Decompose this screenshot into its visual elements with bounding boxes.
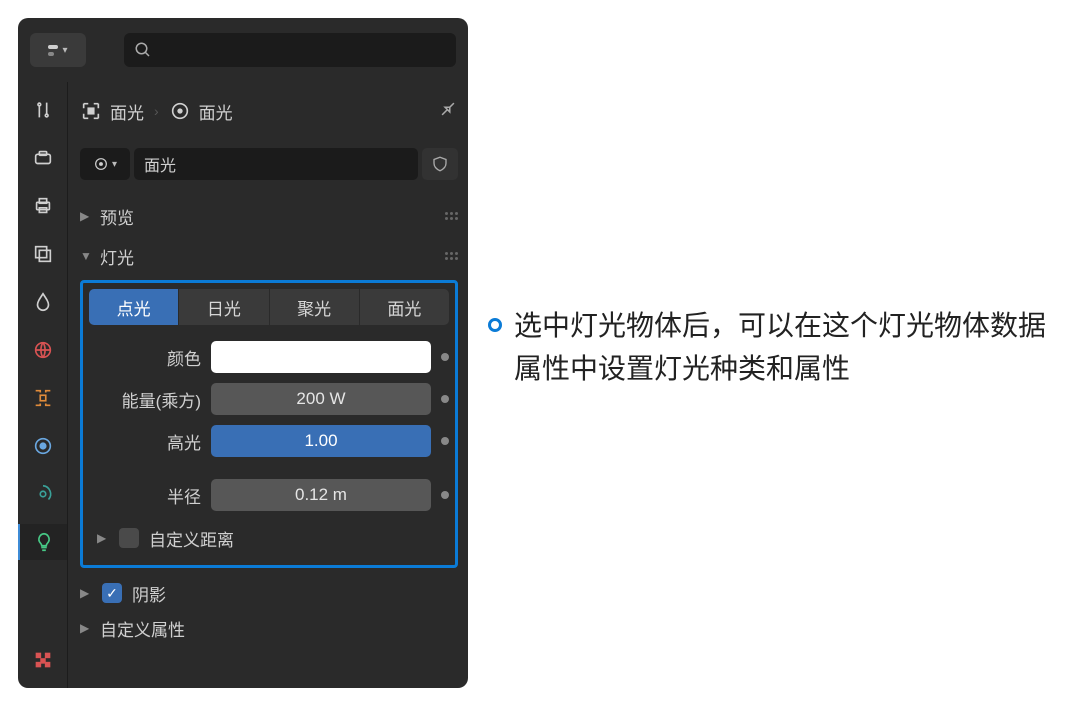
section-preview-label: 预览 [100,204,134,229]
section-light[interactable]: ▼ 灯光 [80,236,458,276]
light-data-icon [93,156,109,172]
prop-radius-row: 半径 0.12 m [89,477,449,513]
datablock-selector[interactable]: ▾ [80,148,130,180]
properties-editor: ▾ [18,18,468,688]
light-settings-highlight: 点光 日光 聚光 面光 颜色 能量(乘方) 200 W 高光 1 [80,280,458,568]
datablock-name-value: 面光 [144,152,176,176]
layers-icon [32,243,54,265]
chevron-down-icon: ▾ [62,45,67,56]
printer-icon [32,195,54,217]
tab-tool[interactable] [25,92,61,128]
chevron-down-icon: ▾ [112,159,117,170]
custom-distance-checkbox[interactable] [119,528,139,548]
prop-radius-label: 半径 [89,483,201,508]
tool-icon [32,99,54,121]
droplet-icon [32,291,54,313]
animate-dot[interactable] [441,395,449,403]
animate-dot[interactable] [441,353,449,361]
chevron-right-icon: ▶ [80,586,92,600]
tab-view-layer[interactable] [25,236,61,272]
search-input[interactable] [124,33,456,67]
pin-button[interactable] [438,99,458,124]
shadow-checkbox[interactable]: ✓ [102,583,122,603]
drag-handle-icon[interactable] [445,252,458,260]
world-icon [32,339,54,361]
light-data-panel: 面光 › 面光 ▾ 面光 [68,82,468,688]
section-light-label: 灯光 [100,244,134,269]
tab-texture[interactable] [25,642,61,678]
datablock-row: ▾ 面光 [80,144,458,184]
section-custom-props[interactable]: ▶ 自定义属性 [80,610,458,646]
annotation-callout: 选中灯光物体后，可以在这个灯光物体数据属性中设置灯光种类和属性 [488,304,1048,391]
custom-props-label: 自定义属性 [100,616,185,641]
physics-icon [32,483,54,505]
prop-color-label: 颜色 [89,345,201,370]
object-icon [80,100,102,122]
prop-specular-row: 高光 1.00 [89,423,449,459]
object-icon [32,387,54,409]
checker-icon [32,649,54,671]
light-data-icon [169,100,191,122]
custom-distance-label: 自定义距离 [149,526,234,551]
energy-field[interactable]: 200 W [211,383,431,415]
section-preview[interactable]: ▶ 预览 [80,196,458,236]
light-type-point[interactable]: 点光 [89,289,179,325]
bullet-icon [488,318,502,332]
color-field[interactable] [211,341,431,373]
tab-constraints[interactable] [25,428,61,464]
prop-specular-label: 高光 [89,429,201,454]
search-icon [134,41,152,59]
fake-user-button[interactable] [422,148,458,180]
tab-physics[interactable] [25,476,61,512]
shield-icon [431,155,449,173]
tab-world[interactable] [25,332,61,368]
animate-dot[interactable] [441,491,449,499]
specular-field[interactable]: 1.00 [211,425,431,457]
lightbulb-icon [33,531,55,553]
datablock-name-input[interactable]: 面光 [134,148,418,180]
tab-object-data-light[interactable] [18,524,67,560]
chevron-down-icon: ▼ [80,249,92,263]
tab-output[interactable] [25,188,61,224]
light-type-area[interactable]: 面光 [360,289,449,325]
section-custom-distance[interactable]: ▶ 自定义距离 [89,521,449,555]
radius-field[interactable]: 0.12 m [211,479,431,511]
tab-render[interactable] [25,140,61,176]
breadcrumb-object-label: 面光 [110,99,144,124]
topbar: ▾ [18,18,468,82]
chevron-right-icon: ▶ [80,209,92,223]
tab-object[interactable] [25,380,61,416]
chevron-right-icon: ▶ [97,531,109,545]
annotation-text: 选中灯光物体后，可以在这个灯光物体数据属性中设置灯光种类和属性 [514,304,1048,391]
animate-dot[interactable] [441,437,449,445]
breadcrumb-object[interactable]: 面光 [80,99,144,124]
chevron-right-icon: ▶ [80,621,92,635]
shadow-label: 阴影 [132,581,166,606]
prop-color-row: 颜色 [89,339,449,375]
tab-scene[interactable] [25,284,61,320]
camera-icon [32,147,54,169]
display-mode-toggle[interactable]: ▾ [30,33,86,67]
breadcrumb: 面光 › 面光 [80,92,458,130]
light-type-sun[interactable]: 日光 [179,289,269,325]
breadcrumb-data-label: 面光 [199,99,233,124]
breadcrumb-separator: › [154,103,159,119]
constraint-icon [32,435,54,457]
pin-icon [434,94,462,122]
prop-energy-label: 能量(乘方) [89,387,201,412]
section-shadow[interactable]: ▶ ✓ 阴影 [80,576,458,610]
light-type-spot[interactable]: 聚光 [270,289,360,325]
prop-energy-row: 能量(乘方) 200 W [89,381,449,417]
light-type-tabs: 点光 日光 聚光 面光 [89,289,449,325]
property-tab-rail [18,82,68,688]
drag-handle-icon[interactable] [445,212,458,220]
breadcrumb-data[interactable]: 面光 [169,99,233,124]
